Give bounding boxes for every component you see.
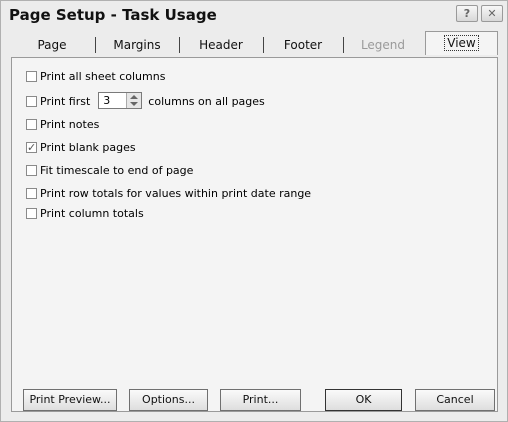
spin-down-icon[interactable] — [130, 102, 139, 106]
print-first-suffix: columns on all pages — [148, 95, 265, 108]
tab-page[interactable]: Page — [11, 33, 93, 57]
tab-separator — [95, 37, 96, 53]
spin-up-icon[interactable] — [130, 95, 139, 99]
spinner-arrows[interactable] — [126, 93, 142, 108]
print-column-totals-label: Print column totals — [40, 207, 144, 220]
print-blank-pages-label: Print blank pages — [40, 141, 136, 154]
print-first-label: Print first — [40, 95, 91, 108]
tab-view[interactable]: View — [425, 31, 498, 55]
option-fit-timescale[interactable]: Fit timescale to end of page — [26, 163, 193, 179]
tab-header[interactable]: Header — [181, 33, 261, 57]
option-print-row-totals[interactable]: Print row totals for values within print… — [26, 186, 311, 202]
print-button[interactable]: Print... — [220, 389, 301, 411]
tab-legend[interactable]: Legend — [345, 33, 421, 57]
option-print-all-sheet-columns[interactable]: Print all sheet columns — [26, 69, 165, 85]
option-print-blank-pages[interactable]: Print blank pages — [26, 140, 136, 156]
print-notes-label: Print notes — [40, 118, 100, 131]
print-row-totals-checkbox[interactable] — [26, 188, 37, 199]
dialog-title: Page Setup - Task Usage — [9, 6, 217, 24]
page-setup-dialog: Page Setup - Task Usage ? ✕ Page Margins… — [0, 0, 508, 422]
print-first-checkbox[interactable] — [26, 96, 37, 107]
print-all-sheet-columns-label: Print all sheet columns — [40, 70, 166, 83]
columns-count-spinner[interactable]: 3 — [98, 92, 143, 109]
title-bar: Page Setup - Task Usage ? ✕ — [1, 1, 507, 28]
tab-footer[interactable]: Footer — [265, 33, 341, 57]
ok-button[interactable]: OK — [325, 389, 402, 411]
print-column-totals-checkbox[interactable] — [26, 208, 37, 219]
close-button[interactable]: ✕ — [481, 5, 503, 22]
print-blank-pages-checkbox[interactable] — [26, 140, 37, 156]
tab-separator — [179, 37, 180, 53]
print-all-sheet-columns-checkbox[interactable] — [26, 71, 37, 82]
tab-view-label: View — [444, 35, 479, 51]
options-button[interactable]: Options... — [129, 389, 208, 411]
tab-separator — [263, 37, 264, 53]
tab-strip: Page Margins Header Footer Legend View — [11, 31, 498, 57]
help-button[interactable]: ? — [456, 5, 478, 22]
tab-margins[interactable]: Margins — [97, 33, 177, 57]
tab-separator — [343, 37, 344, 53]
cancel-button[interactable]: Cancel — [415, 389, 495, 411]
option-print-notes[interactable]: Print notes — [26, 117, 99, 133]
view-panel: Print all sheet columns Print first 3 colu… — [11, 57, 498, 412]
fit-timescale-checkbox[interactable] — [26, 165, 37, 176]
columns-count-value[interactable]: 3 — [103, 94, 110, 108]
print-notes-checkbox[interactable] — [26, 119, 37, 130]
option-print-first[interactable]: Print first 3 columns on all pages — [26, 92, 265, 109]
print-row-totals-label: Print row totals for values within print… — [40, 187, 312, 200]
fit-timescale-label: Fit timescale to end of page — [40, 164, 194, 177]
option-print-column-totals[interactable]: Print column totals — [26, 206, 144, 222]
print-preview-button[interactable]: Print Preview... — [23, 389, 117, 411]
